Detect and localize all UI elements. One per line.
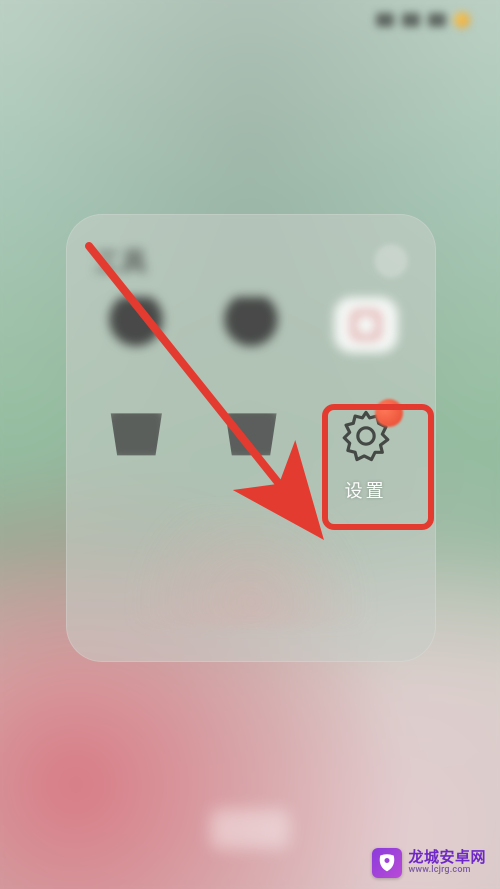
app-icon bbox=[334, 297, 398, 353]
wifi-icon bbox=[402, 13, 420, 27]
folder-title: 工具 bbox=[94, 242, 148, 279]
notification-badge-icon bbox=[375, 399, 403, 427]
watermark-url: www.lcjrg.com bbox=[408, 866, 486, 875]
gear-icon bbox=[335, 405, 397, 467]
settings-label: 设置 bbox=[345, 477, 387, 503]
statusbar-right bbox=[376, 12, 470, 28]
folder-app-4[interactable] bbox=[84, 405, 189, 503]
folder-app-2[interactable] bbox=[199, 297, 304, 381]
battery-icon bbox=[428, 13, 446, 27]
app-icon bbox=[104, 297, 168, 353]
status-bar bbox=[0, 0, 500, 40]
watermark-title: 龙城安卓网 bbox=[408, 850, 486, 866]
watermark: 龙城安卓网 www.lcjrg.com bbox=[368, 845, 492, 881]
app-icon bbox=[219, 297, 283, 353]
watermark-text: 龙城安卓网 www.lcjrg.com bbox=[408, 850, 486, 875]
folder-app-3[interactable] bbox=[313, 297, 418, 381]
statusbar-orange-dot-icon bbox=[454, 12, 470, 28]
folder-header: 工具 bbox=[84, 242, 418, 297]
folder-bottom-glow bbox=[103, 506, 399, 626]
app-folder-panel[interactable]: 工具 bbox=[66, 214, 436, 662]
settings-app[interactable]: 设置 bbox=[313, 405, 418, 503]
folder-app-5[interactable] bbox=[199, 405, 304, 503]
signal-icon bbox=[376, 13, 394, 27]
app-icon bbox=[219, 405, 283, 461]
dock-hint bbox=[210, 809, 290, 849]
watermark-logo-icon bbox=[372, 848, 402, 878]
app-icon bbox=[104, 405, 168, 461]
folder-more-icon[interactable] bbox=[374, 244, 408, 278]
folder-app-1[interactable] bbox=[84, 297, 189, 381]
folder-app-grid: 设置 bbox=[84, 297, 418, 503]
